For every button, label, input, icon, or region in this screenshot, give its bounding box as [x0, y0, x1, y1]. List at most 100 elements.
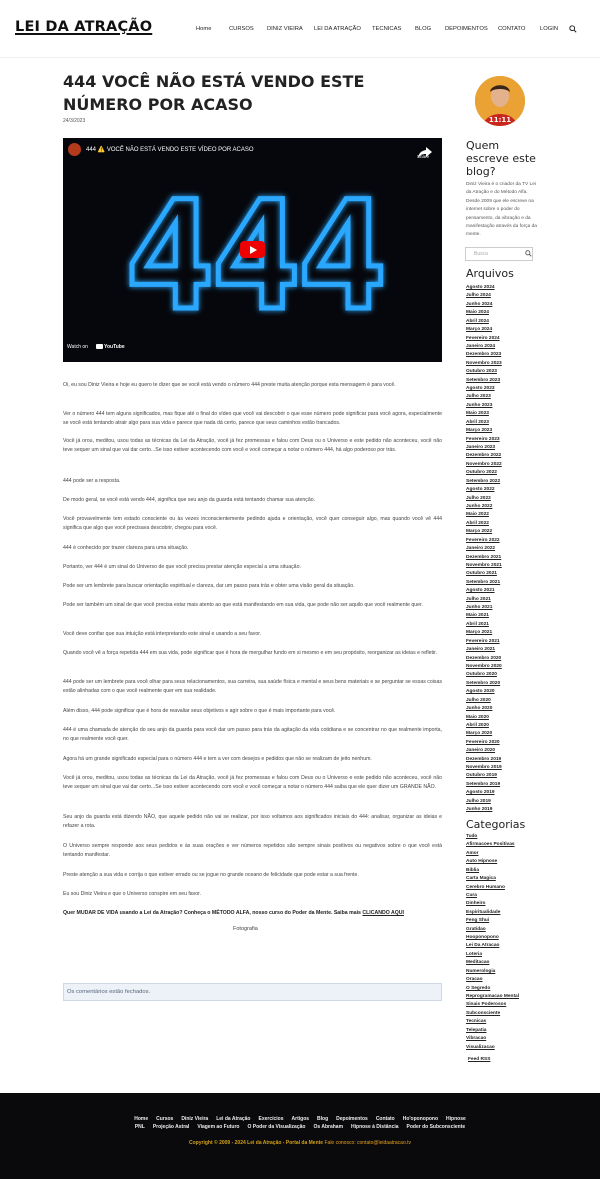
category-link[interactable]: Reprogramacao Mental [466, 993, 546, 1001]
archive-link[interactable]: Maio 2023 [466, 410, 546, 418]
archive-link[interactable]: Julho 2021 [466, 596, 546, 604]
nav-lei-da-atracao[interactable]: LEI DA ATRAÇÃO [314, 26, 361, 32]
footer-link[interactable]: Viagem ao Futuro [197, 1124, 239, 1130]
archive-link[interactable]: Outubro 2023 [466, 368, 546, 376]
footer-link[interactable]: O Poder da Visualização [247, 1124, 305, 1130]
archive-link[interactable]: Maio 2021 [466, 612, 546, 620]
archive-link[interactable]: Maio 2020 [466, 714, 546, 722]
archive-link[interactable]: Junho 2020 [466, 705, 546, 713]
archive-link[interactable]: Outubro 2021 [466, 570, 546, 578]
archive-link[interactable]: Junho 2022 [466, 503, 546, 511]
category-link[interactable]: Cerebro Humano [466, 884, 546, 892]
archive-link[interactable]: Agosto 2022 [466, 486, 546, 494]
archive-link[interactable]: Janeiro 2022 [466, 545, 546, 553]
nav-login[interactable]: LOGIN [540, 26, 558, 32]
archive-link[interactable]: Março 2023 [466, 427, 546, 435]
footer-link[interactable]: PNL [135, 1124, 145, 1130]
category-link[interactable]: Subconsciente [466, 1010, 546, 1018]
category-link[interactable]: Feng Shui [466, 917, 546, 925]
archive-link[interactable]: Abril 2023 [466, 419, 546, 427]
archive-link[interactable]: Maio 2024 [466, 309, 546, 317]
archive-link[interactable]: Agosto 2021 [466, 587, 546, 595]
archive-link[interactable]: Dezembro 2022 [466, 452, 546, 460]
archive-link[interactable]: Novembro 2023 [466, 360, 546, 368]
footer-link[interactable]: Poder do Subconsciente [407, 1124, 466, 1130]
play-button[interactable] [240, 241, 265, 258]
archive-link[interactable]: Janeiro 2021 [466, 646, 546, 654]
footer-link[interactable]: Cursos [156, 1116, 173, 1122]
archive-link[interactable]: Dezembro 2020 [466, 655, 546, 663]
category-link[interactable]: Numerologia [466, 968, 546, 976]
archive-link[interactable]: Julho 2019 [466, 798, 546, 806]
category-link[interactable]: Cura [466, 892, 546, 900]
archive-link[interactable]: Novembro 2020 [466, 663, 546, 671]
category-link[interactable]: Vibracao [466, 1035, 546, 1043]
nav-home[interactable]: Home [196, 26, 211, 32]
archive-link[interactable]: Setembro 2023 [466, 377, 546, 385]
archive-link[interactable]: Agosto 2023 [466, 385, 546, 393]
archive-link[interactable]: Fevereiro 2021 [466, 638, 546, 646]
archive-link[interactable]: Setembro 2022 [466, 478, 546, 486]
archive-link[interactable]: Agosto 2020 [466, 688, 546, 696]
nav-cursos[interactable]: CURSOS [229, 26, 254, 32]
nav-blog[interactable]: BLOG [415, 26, 431, 32]
category-link[interactable]: Amor [466, 850, 546, 858]
archive-link[interactable]: Janeiro 2024 [466, 343, 546, 351]
archive-link[interactable]: Abril 2020 [466, 722, 546, 730]
category-link[interactable]: Afirmacoes Positivas [466, 841, 546, 849]
category-link[interactable]: Sinais Poderosos [466, 1001, 546, 1009]
archive-link[interactable]: Setembro 2021 [466, 579, 546, 587]
category-link[interactable]: Carta Magica [466, 875, 546, 883]
archive-link[interactable]: Janeiro 2020 [466, 747, 546, 755]
footer-link[interactable]: Artigos [292, 1116, 310, 1122]
footer-link[interactable]: Projeção Astral [153, 1124, 190, 1130]
channel-avatar[interactable] [68, 143, 81, 156]
footer-link[interactable]: Os Abraham [313, 1124, 343, 1130]
category-link[interactable]: Lei Da Atracao [466, 942, 546, 950]
cta-link[interactable]: CLICANDO AQUI [362, 910, 404, 916]
search-icon[interactable] [525, 250, 532, 257]
archive-link[interactable]: Julho 2022 [466, 495, 546, 503]
category-link[interactable]: Telepatia [466, 1027, 546, 1035]
category-link[interactable]: Tudo [466, 833, 546, 841]
archive-link[interactable]: Dezembro 2021 [466, 554, 546, 562]
archive-link[interactable]: Julho 2020 [466, 697, 546, 705]
nav-tecnicas[interactable]: TECNICAS [372, 26, 401, 32]
nav-contato[interactable]: CONTATO [498, 26, 525, 32]
category-link[interactable]: Dinheiro [466, 900, 546, 908]
archive-link[interactable]: Fevereiro 2023 [466, 436, 546, 444]
nav-diniz-vieira[interactable]: DINIZ VIEIRA [267, 26, 303, 32]
footer-link[interactable]: Blog [317, 1116, 328, 1122]
footer-link[interactable]: Depoimentos [336, 1116, 368, 1122]
archive-link[interactable]: Agosto 2019 [466, 789, 546, 797]
archive-link[interactable]: Outubro 2022 [466, 469, 546, 477]
watch-on-label[interactable]: Watch on [67, 344, 88, 350]
archive-link[interactable]: Março 2020 [466, 730, 546, 738]
footer-link[interactable]: Lei da Atração [216, 1116, 250, 1122]
archive-link[interactable]: Novembro 2021 [466, 562, 546, 570]
archive-link[interactable]: Abril 2021 [466, 621, 546, 629]
search-input[interactable]: Busca [465, 247, 533, 261]
youtube-logo[interactable]: YouTube [96, 344, 125, 350]
category-link[interactable]: Auto Hipnose [466, 858, 546, 866]
archive-link[interactable]: Setembro 2019 [466, 781, 546, 789]
archive-link[interactable]: Julho 2024 [466, 292, 546, 300]
archive-link[interactable]: Outubro 2020 [466, 671, 546, 679]
archive-link[interactable]: Outubro 2019 [466, 772, 546, 780]
archive-link[interactable]: Setembro 2020 [466, 680, 546, 688]
archive-link[interactable]: Fevereiro 2024 [466, 335, 546, 343]
footer-link[interactable]: Exercícios [259, 1116, 284, 1122]
footer-link[interactable]: Ho'oponopono [403, 1116, 438, 1122]
archive-link[interactable]: Maio 2022 [466, 511, 546, 519]
footer-link[interactable]: Hipnose [446, 1116, 466, 1122]
footer-link[interactable]: Hipnose à Distância [351, 1124, 399, 1130]
archive-link[interactable]: Março 2022 [466, 528, 546, 536]
category-link[interactable]: Tecnicas [466, 1018, 546, 1026]
archive-link[interactable]: Junho 2024 [466, 301, 546, 309]
archive-link[interactable]: Novembro 2022 [466, 461, 546, 469]
archive-link[interactable]: Abril 2024 [466, 318, 546, 326]
archive-link[interactable]: Junho 2023 [466, 402, 546, 410]
category-link[interactable]: Gratidao [466, 926, 546, 934]
category-link[interactable]: Hooponopono [466, 934, 546, 942]
archive-link[interactable]: Junho 2019 [466, 806, 546, 814]
